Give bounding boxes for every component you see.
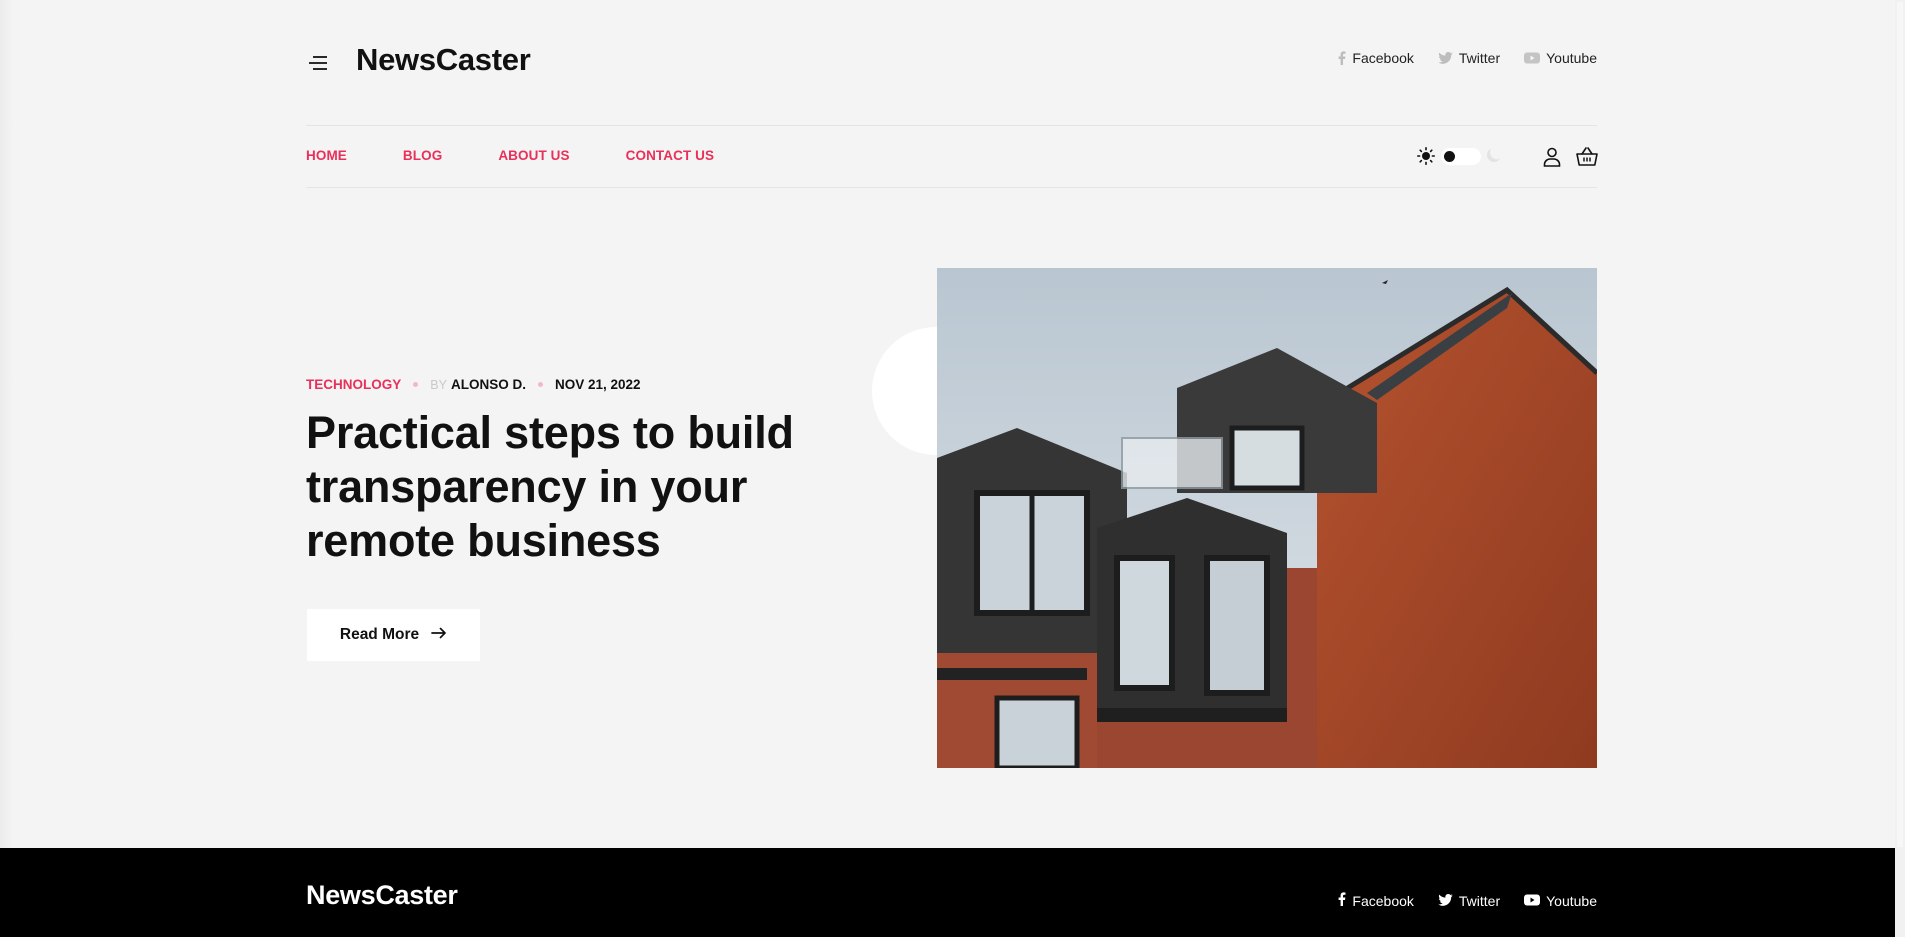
article-headline[interactable]: Practical steps to build transparency in… <box>306 406 826 568</box>
hero-image[interactable] <box>937 268 1597 768</box>
user-icon[interactable] <box>1543 147 1561 172</box>
footer-facebook-link[interactable]: Facebook <box>1338 892 1414 909</box>
twitter-label: Twitter <box>1458 50 1501 66</box>
nav-actions <box>1417 145 1598 172</box>
youtube-label: Youtube <box>1546 892 1597 909</box>
twitter-label: Twitter <box>1458 892 1501 909</box>
facebook-link[interactable]: Facebook <box>1338 50 1414 66</box>
facebook-icon <box>1338 51 1346 65</box>
facebook-icon <box>1338 892 1346 909</box>
header-top: NewsCaster Facebook Twitter Youtube <box>306 40 1597 84</box>
header-social-links: Facebook Twitter Youtube <box>1338 50 1597 66</box>
main-nav: HOME BLOG ABOUT US CONTACT US <box>306 148 770 163</box>
nav-contact-us[interactable]: CONTACT US <box>626 148 715 163</box>
theme-toggle[interactable] <box>1441 148 1481 165</box>
meta-separator <box>537 382 543 387</box>
footer-youtube-link[interactable]: Youtube <box>1524 892 1597 909</box>
footer-logo[interactable]: NewsCaster <box>306 880 458 911</box>
nav-blog[interactable]: BLOG <box>403 148 442 163</box>
site-footer: NewsCaster Facebook Twitter Youtube <box>0 848 1905 937</box>
read-more-button[interactable]: Read More <box>307 609 480 661</box>
divider <box>306 125 1597 126</box>
facebook-label: Facebook <box>1352 892 1414 909</box>
facebook-label: Facebook <box>1352 50 1414 66</box>
article-date: NOV 21, 2022 <box>554 377 641 392</box>
nav-home[interactable]: HOME <box>306 148 347 163</box>
basket-icon[interactable] <box>1576 147 1598 172</box>
scrollbar[interactable] <box>1895 0 1905 937</box>
youtube-label: Youtube <box>1546 50 1597 66</box>
twitter-link[interactable]: Twitter <box>1438 50 1500 66</box>
youtube-icon <box>1524 893 1541 909</box>
meta-separator <box>413 382 419 387</box>
site-logo[interactable]: NewsCaster <box>356 40 531 80</box>
scrollbar-thumb[interactable] <box>1897 2 1903 847</box>
by-label: BY <box>430 377 447 392</box>
footer-social-links: Facebook Twitter Youtube <box>1338 892 1597 909</box>
article-category[interactable]: TECHNOLOGY <box>306 377 401 392</box>
page-edge-shadow <box>0 0 14 848</box>
sun-icon <box>1417 147 1436 170</box>
arrow-right-icon <box>431 626 447 644</box>
divider <box>306 187 1597 188</box>
toggle-knob <box>1444 151 1455 162</box>
youtube-link[interactable]: Youtube <box>1524 50 1597 66</box>
moon-icon <box>1485 146 1503 169</box>
twitter-icon <box>1438 893 1453 909</box>
article-author[interactable]: ALONSO D. <box>451 377 526 392</box>
menu-icon[interactable] <box>308 52 330 74</box>
read-more-label: Read More <box>339 626 420 643</box>
footer-twitter-link[interactable]: Twitter <box>1438 892 1500 909</box>
youtube-icon <box>1524 52 1541 64</box>
twitter-icon <box>1438 52 1453 64</box>
article-meta: TECHNOLOGY BY ALONSO D. NOV 21, 2022 <box>306 377 641 392</box>
nav-about-us[interactable]: ABOUT US <box>498 148 569 163</box>
